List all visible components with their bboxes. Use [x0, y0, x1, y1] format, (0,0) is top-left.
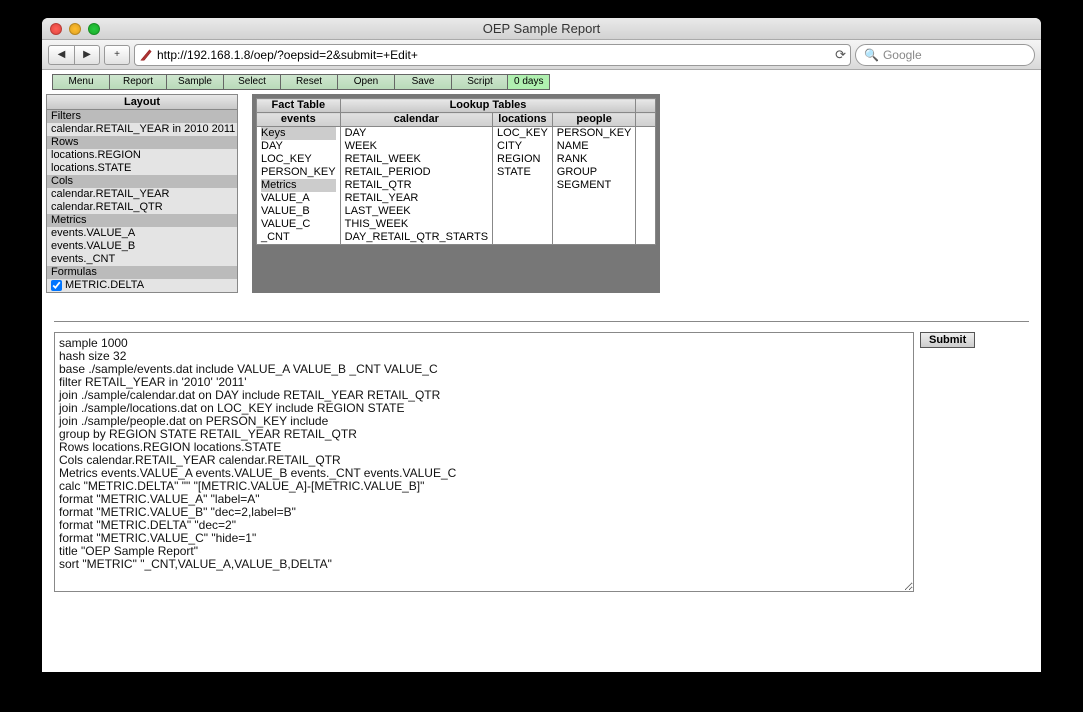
titlebar: OEP Sample Report: [42, 18, 1041, 40]
lookup-tables-header: Lookup Tables: [340, 99, 636, 113]
layout-item[interactable]: events.VALUE_A: [47, 227, 237, 240]
layout-item[interactable]: calendar.RETAIL_YEAR: [47, 188, 237, 201]
layout-item[interactable]: locations.STATE: [47, 162, 237, 175]
menu-report[interactable]: Report: [109, 74, 167, 90]
fact-columns[interactable]: KeysDAYLOC_KEYPERSON_KEYMetricsVALUE_AVA…: [257, 127, 341, 245]
window-title: OEP Sample Report: [42, 21, 1041, 36]
layout-section-metrics[interactable]: Metrics: [47, 214, 237, 227]
zoom-icon[interactable]: [88, 23, 100, 35]
menu-select[interactable]: Select: [223, 74, 281, 90]
refresh-icon[interactable]: ⟳: [835, 47, 846, 63]
layout-item[interactable]: calendar.RETAIL_YEAR in 2010 2011: [47, 123, 237, 136]
submit-button[interactable]: Submit: [920, 332, 975, 348]
menu-script[interactable]: Script: [451, 74, 509, 90]
menu-reset[interactable]: Reset: [280, 74, 338, 90]
menu-sample[interactable]: Sample: [166, 74, 224, 90]
search-input[interactable]: 🔍 Google: [855, 44, 1035, 66]
layout-item[interactable]: calendar.RETAIL_QTR: [47, 201, 237, 214]
blank-header: [636, 99, 656, 113]
people-columns[interactable]: PERSON_KEYNAMERANKGROUPSEGMENT: [552, 127, 636, 245]
back-button[interactable]: ◀: [48, 45, 74, 65]
url-bar[interactable]: http://192.168.1.8/oep/?oepsid=2&submit=…: [134, 44, 851, 66]
layout-item[interactable]: locations.REGION: [47, 149, 237, 162]
layout-section-formulas[interactable]: Formulas: [47, 266, 237, 279]
search-icon: 🔍: [864, 48, 879, 62]
search-placeholder: Google: [883, 48, 922, 62]
layout-section-rows[interactable]: Rows: [47, 136, 237, 149]
close-icon[interactable]: [50, 23, 62, 35]
layout-item[interactable]: METRIC.DELTA: [47, 279, 237, 292]
app-menu: Menu Report Sample Select Reset Open Sav…: [52, 74, 508, 90]
days-badge: 0 days: [507, 74, 550, 90]
formula-checkbox[interactable]: [51, 280, 62, 291]
browser-toolbar: ◀ ▶ + http://192.168.1.8/oep/?oepsid=2&s…: [42, 40, 1041, 70]
layout-item[interactable]: events._CNT: [47, 253, 237, 266]
menu-open[interactable]: Open: [337, 74, 395, 90]
blank-sub: [636, 113, 656, 127]
url-text: http://192.168.1.8/oep/?oepsid=2&submit=…: [157, 48, 418, 62]
lookup-locations[interactable]: locations: [493, 113, 553, 127]
app-window: OEP Sample Report ◀ ▶ + http://192.168.1…: [42, 18, 1041, 672]
minimize-icon[interactable]: [69, 23, 81, 35]
fact-name[interactable]: events: [257, 113, 341, 127]
forward-button[interactable]: ▶: [74, 45, 100, 65]
schema-panel: Fact Table Lookup Tables events calendar…: [252, 94, 660, 293]
layout-header: Layout: [47, 95, 237, 110]
fact-table-header: Fact Table: [257, 99, 341, 113]
lookup-calendar[interactable]: calendar: [340, 113, 492, 127]
blank-cell: [636, 127, 656, 245]
calendar-columns[interactable]: DAYWEEKRETAIL_WEEKRETAIL_PERIODRETAIL_QT…: [340, 127, 492, 245]
layout-panel: Layout Filterscalendar.RETAIL_YEAR in 20…: [46, 94, 238, 293]
add-bookmark-button[interactable]: +: [104, 45, 130, 65]
layout-section-cols[interactable]: Cols: [47, 175, 237, 188]
layout-section-filters[interactable]: Filters: [47, 110, 237, 123]
locations-columns[interactable]: LOC_KEYCITYREGIONSTATE: [493, 127, 553, 245]
layout-item[interactable]: events.VALUE_B: [47, 240, 237, 253]
lookup-people[interactable]: people: [552, 113, 636, 127]
menu-save[interactable]: Save: [394, 74, 452, 90]
menu-menu[interactable]: Menu: [52, 74, 110, 90]
script-textarea[interactable]: [54, 332, 914, 592]
site-icon: [139, 48, 153, 62]
